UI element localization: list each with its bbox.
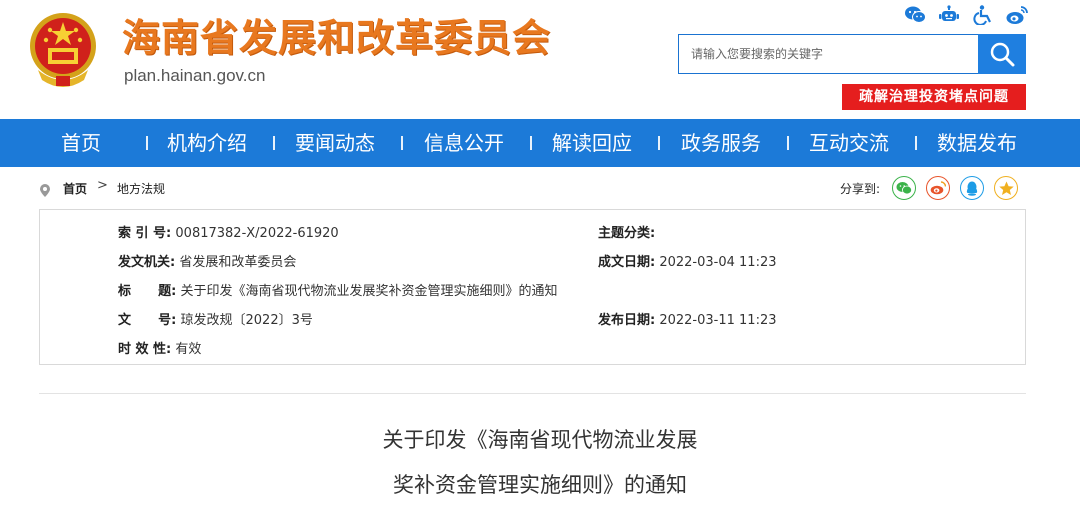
document-title-line-2: 奖补资金管理实施细则》的通知 bbox=[393, 473, 687, 497]
search-icon bbox=[990, 42, 1015, 67]
nav-divider bbox=[530, 136, 532, 150]
validity-value: 有效 bbox=[175, 342, 202, 357]
nav-divider bbox=[658, 136, 660, 150]
issuer-label: 发文机关: bbox=[118, 255, 176, 270]
title-label: 标 题: bbox=[118, 284, 177, 299]
title-value: 关于印发《海南省现代物流业发展奖补资金管理实施细则》的通知 bbox=[180, 284, 558, 299]
breadcrumb-current-link[interactable]: 地方法规 bbox=[117, 180, 165, 197]
robot-icon[interactable] bbox=[938, 5, 960, 25]
nav-divider bbox=[401, 136, 403, 150]
breadcrumb: 首页 > 地方法规 分享到: bbox=[0, 172, 1080, 206]
index-number-row: 索 引 号: 00817382-X/2022-61920 bbox=[118, 222, 339, 241]
publish-date-label: 发布日期: bbox=[598, 313, 656, 328]
topic-category-label: 主题分类: bbox=[598, 226, 656, 241]
nav-item-services[interactable]: 政务服务 bbox=[681, 119, 761, 167]
written-date-row: 成文日期: 2022-03-04 11:23 bbox=[598, 251, 777, 270]
nav-item-home[interactable]: 首页 bbox=[61, 119, 101, 167]
nav-divider bbox=[787, 136, 789, 150]
issuer-row: 发文机关: 省发展和改革委员会 bbox=[118, 251, 296, 270]
document-metadata-table: 索 引 号: 00817382-X/2022-61920 主题分类: 发文机关:… bbox=[39, 209, 1026, 365]
document-title-line-1: 关于印发《海南省现代物流业发展 bbox=[382, 428, 698, 452]
breadcrumb-home-link[interactable]: 首页 bbox=[63, 180, 87, 197]
main-nav: 首页 机构介绍 要闻动态 信息公开 解读回应 政务服务 互动交流 数据发布 bbox=[0, 119, 1080, 167]
nav-divider bbox=[273, 136, 275, 150]
written-date-value: 2022-03-04 11:23 bbox=[659, 255, 777, 270]
top-icon-bar bbox=[904, 5, 1028, 26]
national-emblem-icon[interactable] bbox=[26, 10, 100, 88]
document-number-value: 琼发改规〔2022〕3号 bbox=[180, 313, 313, 328]
accessibility-icon[interactable] bbox=[972, 5, 994, 26]
index-number-label: 索 引 号: bbox=[118, 226, 172, 241]
weibo-icon[interactable] bbox=[1006, 5, 1028, 25]
site-title[interactable]: 海南省发展和改革委员会 bbox=[122, 14, 551, 62]
wechat-icon[interactable] bbox=[904, 5, 926, 25]
search-field[interactable] bbox=[678, 34, 978, 74]
search-input[interactable] bbox=[679, 35, 978, 73]
nav-item-about[interactable]: 机构介绍 bbox=[167, 119, 247, 167]
search-button[interactable] bbox=[978, 34, 1026, 74]
nav-item-interpretation[interactable]: 解读回应 bbox=[552, 119, 632, 167]
document-number-row: 文 号: 琼发改规〔2022〕3号 bbox=[118, 309, 313, 328]
share-label: 分享到: bbox=[840, 182, 881, 196]
issuer-value: 省发展和改革委员会 bbox=[179, 255, 297, 270]
nav-item-data[interactable]: 数据发布 bbox=[937, 119, 1017, 167]
wechat-share-icon[interactable] bbox=[892, 176, 916, 200]
nav-item-disclosure[interactable]: 信息公开 bbox=[424, 119, 504, 167]
weibo-share-icon[interactable] bbox=[926, 176, 950, 200]
qq-share-icon[interactable] bbox=[960, 176, 984, 200]
content-divider bbox=[39, 393, 1026, 394]
publish-date-row: 发布日期: 2022-03-11 11:23 bbox=[598, 309, 777, 328]
nav-item-interaction[interactable]: 互动交流 bbox=[809, 119, 889, 167]
index-number-value: 00817382-X/2022-61920 bbox=[175, 226, 339, 241]
validity-row: 时 效 性: 有效 bbox=[118, 338, 201, 357]
written-date-label: 成文日期: bbox=[598, 255, 656, 270]
document-number-label: 文 号: bbox=[118, 313, 177, 328]
nav-divider bbox=[146, 136, 148, 150]
publish-date-value: 2022-03-11 11:23 bbox=[659, 313, 777, 328]
title-row: 标 题: 关于印发《海南省现代物流业发展奖补资金管理实施细则》的通知 bbox=[118, 280, 558, 299]
topic-category-row: 主题分类: bbox=[598, 222, 655, 241]
site-domain: plan.hainan.gov.cn bbox=[124, 66, 266, 85]
location-pin-icon bbox=[40, 182, 50, 201]
chevron-right-icon: > bbox=[97, 178, 108, 193]
nav-item-news[interactable]: 要闻动态 bbox=[295, 119, 375, 167]
validity-label: 时 效 性: bbox=[118, 342, 172, 357]
nav-divider bbox=[915, 136, 917, 150]
site-header: 海南省发展和改革委员会 plan.hainan.gov.cn 疏解治理投资堵点问… bbox=[0, 0, 1080, 119]
qzone-share-icon[interactable] bbox=[994, 176, 1018, 200]
promo-banner-button[interactable]: 疏解治理投资堵点问题 bbox=[842, 84, 1026, 110]
